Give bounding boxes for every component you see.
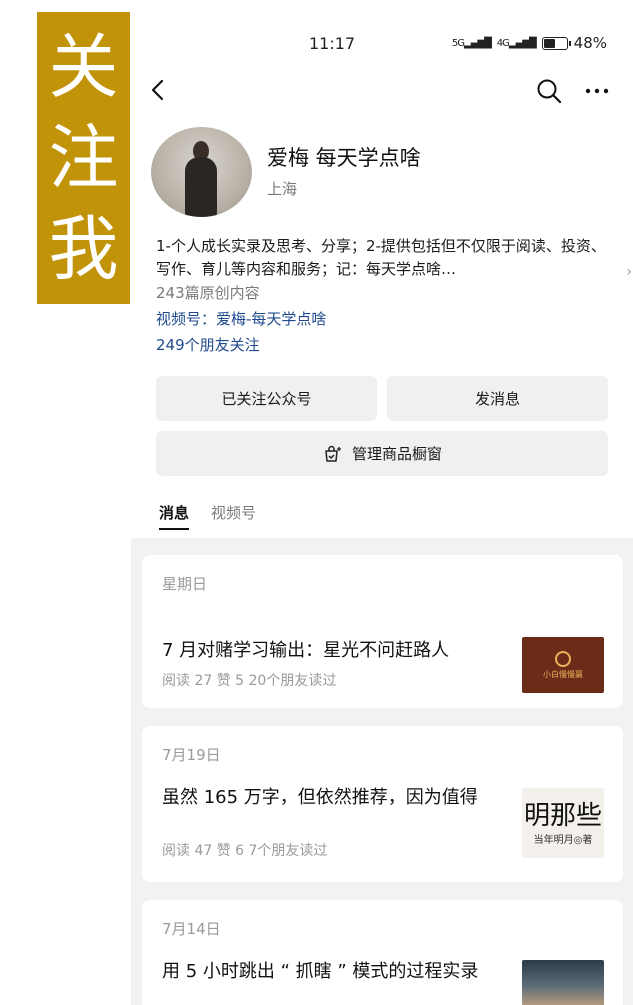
followed-label: 已关注公众号 (221, 390, 312, 408)
send-message-label: 发消息 (474, 390, 520, 408)
article-meta: 阅读 27 赞 5 20个朋友读过 (162, 673, 337, 689)
status-indicators: 5G▂▄▆█ 4G▂▄▆█ 48% (452, 34, 607, 52)
original-article-count: 243篇原创内容 (156, 284, 260, 302)
status-time: 11:17 (309, 34, 356, 53)
article-thumbnail[interactable]: 明那些 当年明月◎著 (522, 788, 604, 858)
avatar[interactable] (151, 127, 252, 217)
banner-char: 我 (48, 207, 119, 290)
back-arrow-icon[interactable] (145, 74, 173, 106)
banner-char: 关 (48, 26, 119, 109)
battery-icon (541, 36, 571, 50)
signal-icon: 5G▂▄▆█ (451, 37, 492, 49)
article-title[interactable]: 用 5 小时跳出 “ 抓瞎 ” 模式的过程实录 (162, 960, 512, 984)
article-date: 星期日 (162, 575, 208, 593)
status-bar: 11:17 5G▂▄▆█ 4G▂▄▆█ 48% (131, 32, 633, 56)
followed-button[interactable]: 已关注公众号 (156, 376, 377, 421)
article-card[interactable]: 星期日 7 月对赌学习输出：星光不问赶路人 阅读 27 赞 5 20个朋友读过 … (142, 555, 623, 708)
article-card[interactable]: 7月14日 用 5 小时跳出 “ 抓瞎 ” 模式的过程实录 (142, 900, 623, 1005)
phone-screen: 11:17 5G▂▄▆█ 4G▂▄▆█ 48% 爱梅 每天学点啥 上海 1-个人… (131, 0, 633, 1005)
brand-logo-icon (555, 650, 571, 667)
article-meta: 阅读 47 赞 6 7个朋友读过 (162, 843, 328, 859)
banner-char: 注 (48, 116, 119, 199)
article-title[interactable]: 虽然 165 万字，但依然推荐，因为值得 (162, 786, 512, 810)
manage-shop-label: 管理商品橱窗 (351, 445, 442, 463)
battery-percent: 48% (573, 34, 607, 52)
account-location: 上海 (267, 180, 298, 198)
thumbnail-caption: 当年明月◎著 (533, 834, 593, 846)
tab-messages[interactable]: 消息 (159, 502, 190, 530)
article-title[interactable]: 7 月对赌学习输出：星光不问赶路人 (162, 639, 512, 663)
article-thumbnail[interactable] (522, 960, 604, 1005)
send-message-button[interactable]: 发消息 (387, 376, 608, 421)
article-feed: 星期日 7 月对赌学习输出：星光不问赶路人 阅读 27 赞 5 20个朋友读过 … (131, 538, 633, 1005)
account-description[interactable]: 1-个人成长实录及思考、分享；2-提供包括但不仅限于阅读、投资、写作、育儿等内容… (156, 235, 632, 281)
top-nav (131, 74, 633, 106)
article-card[interactable]: 7月19日 虽然 165 万字，但依然推荐，因为值得 阅读 47 赞 6 7个朋… (142, 726, 623, 882)
article-date: 7月14日 (162, 920, 221, 938)
friends-following-link[interactable]: 249个朋友关注 (156, 334, 260, 355)
account-name: 爱梅 每天学点啥 (267, 146, 421, 170)
article-thumbnail[interactable]: 小白慢慢赢 (522, 637, 604, 693)
more-icon[interactable] (583, 77, 611, 105)
thumbnail-title: 明那些 (523, 800, 602, 831)
video-channel-link[interactable]: 视频号：爱梅-每天学点啥 (156, 308, 326, 329)
chevron-right-icon: › (626, 264, 632, 280)
tab-video[interactable]: 视频号 (211, 502, 256, 530)
search-icon[interactable] (535, 77, 563, 105)
shop-bag-icon (325, 445, 341, 462)
article-date: 7月19日 (162, 746, 221, 764)
manage-shop-button[interactable]: 管理商品橱窗 (156, 431, 608, 476)
follow-me-banner: 关 注 我 (37, 12, 130, 304)
description-text: 1-个人成长实录及思考、分享；2-提供包括但不仅限于阅读、投资、写作、育儿等内容… (156, 237, 606, 278)
signal-icon: 4G▂▄▆█ (496, 37, 537, 49)
thumbnail-caption: 小白慢慢赢 (543, 669, 583, 679)
content-tabs: 消息 视频号 (159, 502, 256, 530)
